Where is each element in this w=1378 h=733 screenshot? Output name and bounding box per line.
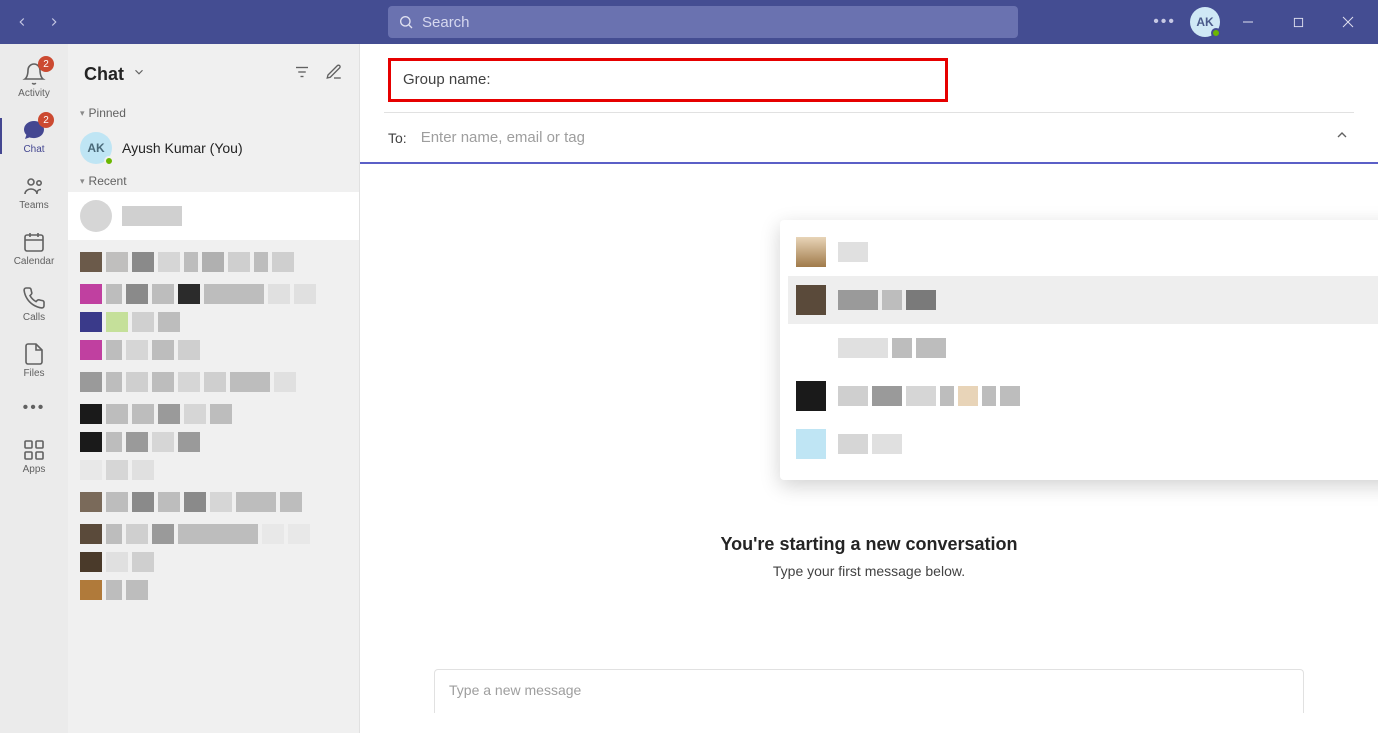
- suggestion-row[interactable]: [788, 420, 1378, 468]
- new-conversation-heading: You're starting a new conversation: [720, 534, 1017, 555]
- search-box[interactable]: [388, 6, 1018, 38]
- to-label: To:: [388, 130, 407, 146]
- rail-label: Activity: [18, 88, 50, 99]
- recent-section-label[interactable]: Recent: [68, 172, 359, 192]
- group-name-label: Group name:: [403, 71, 491, 88]
- to-field-row: To:: [360, 113, 1378, 164]
- calendar-icon: [22, 230, 46, 254]
- chat-row[interactable]: [68, 310, 359, 334]
- filter-button[interactable]: [293, 63, 311, 86]
- chat-badge: 2: [38, 112, 54, 128]
- rail-calls[interactable]: Calls: [0, 276, 68, 332]
- chevron-up-icon: [1334, 127, 1350, 143]
- suggestion-row[interactable]: [788, 324, 1378, 372]
- chat-row[interactable]: [68, 366, 359, 398]
- rail-chat[interactable]: 2 Chat: [0, 108, 68, 164]
- nav-forward-button[interactable]: [40, 8, 68, 36]
- rail-label: Teams: [19, 200, 48, 211]
- search-input[interactable]: [422, 14, 1008, 31]
- compose-button[interactable]: [325, 63, 343, 86]
- window-close-button[interactable]: [1326, 7, 1370, 37]
- chat-row[interactable]: [68, 398, 359, 430]
- rail-calendar[interactable]: Calendar: [0, 220, 68, 276]
- chat-row[interactable]: [68, 486, 359, 518]
- pinned-section-label[interactable]: Pinned: [68, 104, 359, 124]
- teams-icon: [22, 174, 46, 198]
- window-maximize-button[interactable]: [1276, 7, 1320, 37]
- suggestion-row[interactable]: [788, 372, 1378, 420]
- avatar-initials: AK: [87, 141, 104, 155]
- rail-label: Calls: [23, 312, 45, 323]
- chevron-down-icon[interactable]: [132, 65, 146, 84]
- compose-icon: [325, 63, 343, 81]
- presence-indicator: [1211, 28, 1221, 38]
- avatar: AK: [80, 132, 112, 164]
- chat-list-title: Chat: [84, 64, 124, 85]
- chat-row[interactable]: [68, 454, 359, 486]
- rail-teams[interactable]: Teams: [0, 164, 68, 220]
- file-icon: [22, 342, 46, 366]
- user-avatar[interactable]: AK: [1190, 7, 1220, 37]
- chat-list-panel: Chat Pinned AK: [68, 44, 360, 733]
- chat-row[interactable]: [68, 518, 359, 550]
- search-icon: [398, 14, 414, 30]
- app-rail: 2 Activity 2 Chat Teams Calendar Calls: [0, 44, 68, 733]
- rail-activity[interactable]: 2 Activity: [0, 52, 68, 108]
- rail-apps[interactable]: Apps: [0, 428, 68, 484]
- phone-icon: [22, 286, 46, 310]
- suggestion-row[interactable]: [788, 276, 1378, 324]
- titlebar: ••• AK: [0, 0, 1378, 44]
- to-input[interactable]: [421, 129, 1320, 146]
- chat-row[interactable]: [68, 278, 359, 310]
- chat-row[interactable]: [68, 430, 359, 454]
- avatar-initials: AK: [1196, 15, 1213, 29]
- suggestion-row[interactable]: [788, 228, 1378, 276]
- more-options-button[interactable]: •••: [1145, 9, 1184, 35]
- avatar: [80, 200, 112, 232]
- activity-badge: 2: [38, 56, 54, 72]
- rail-label: Files: [23, 368, 44, 379]
- filter-icon: [293, 63, 311, 81]
- presence-indicator: [104, 156, 114, 166]
- rail-label: Chat: [23, 144, 44, 155]
- message-composer[interactable]: Type a new message: [434, 669, 1304, 713]
- pinned-self-chat[interactable]: AK Ayush Kumar (You): [68, 124, 359, 172]
- rail-label: Calendar: [14, 256, 55, 267]
- chat-row[interactable]: [68, 192, 359, 240]
- collapse-to-button[interactable]: [1334, 127, 1350, 148]
- new-conversation-subtext: Type your first message below.: [773, 563, 965, 579]
- chat-name: Ayush Kumar (You): [122, 140, 243, 156]
- main-content: Group name: To:: [360, 44, 1378, 733]
- chat-row[interactable]: [68, 574, 359, 606]
- nav-back-button[interactable]: [8, 8, 36, 36]
- composer-placeholder: Type a new message: [449, 682, 581, 698]
- group-name-field-highlight[interactable]: Group name:: [388, 58, 948, 102]
- chat-row[interactable]: [68, 334, 359, 366]
- rail-files[interactable]: Files: [0, 332, 68, 388]
- apps-icon: [22, 438, 46, 462]
- rail-label: Apps: [23, 464, 46, 475]
- window-minimize-button[interactable]: [1226, 7, 1270, 37]
- people-suggestions-dropdown: [780, 220, 1378, 480]
- chat-row[interactable]: [68, 550, 359, 574]
- chat-row[interactable]: [68, 246, 359, 278]
- rail-more-button[interactable]: •••: [0, 388, 68, 428]
